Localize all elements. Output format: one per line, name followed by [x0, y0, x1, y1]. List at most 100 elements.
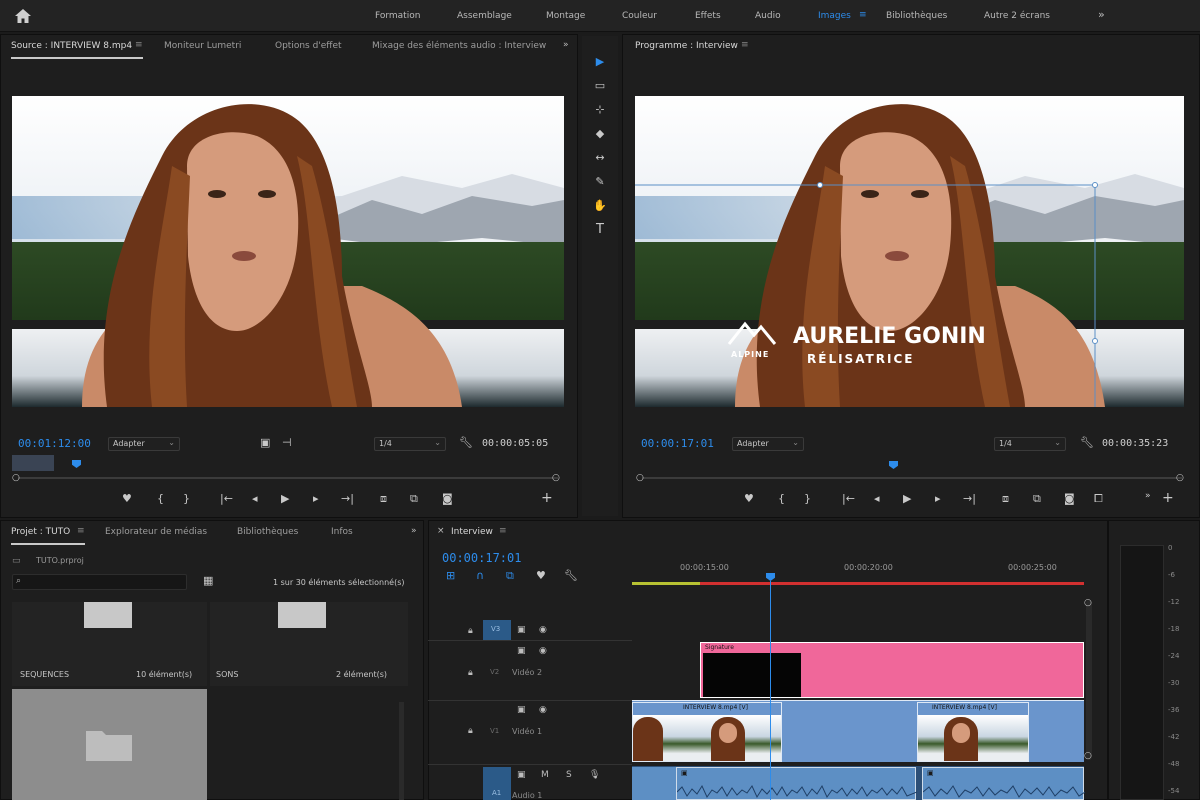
mute-icon[interactable]: M [541, 770, 549, 780]
lock-icon[interactable]: 🔒︎ [468, 626, 473, 636]
panel-menu-icon[interactable]: ≡ [77, 526, 85, 536]
go-to-in-icon[interactable]: |← [842, 493, 855, 505]
tab-effect-controls[interactable]: Options d'effet [275, 41, 342, 51]
timeline-timecode[interactable]: 00:00:17:01 [442, 551, 521, 565]
project-scrollbar[interactable] [399, 702, 404, 800]
panel-overflow-icon[interactable]: » [411, 526, 417, 536]
program-resolution-dropdown[interactable]: 1/4 ⌄ [994, 437, 1066, 451]
workspace-tab-assemblage[interactable]: Assemblage [457, 11, 512, 21]
go-to-in-icon[interactable]: |← [220, 493, 233, 505]
program-video-frame[interactable]: ALPINE AURELIE GONIN RÉLISATRICE [635, 96, 1184, 407]
add-marker-icon[interactable]: ♥ [536, 570, 546, 582]
microphone-icon[interactable]: 🎙︎ [589, 770, 600, 780]
linked-selection-icon[interactable]: ⧉ [506, 570, 514, 582]
program-timecode[interactable]: 00:00:17:01 [641, 437, 714, 450]
timeline-settings-icon[interactable]: 🔧︎ [564, 570, 578, 582]
panel-overflow-icon[interactable]: » [563, 40, 569, 50]
step-forward-icon[interactable]: ▸ [313, 493, 319, 505]
scroll-start-handle[interactable]: ○ [12, 472, 20, 484]
home-icon[interactable] [14, 8, 32, 24]
snap-icon[interactable]: ∩ [476, 570, 484, 582]
type-tool-icon[interactable]: T [592, 222, 608, 238]
workspace-tab-audio[interactable]: Audio [755, 11, 781, 21]
lock-icon[interactable]: 🔒︎ [468, 726, 473, 736]
marker-icon[interactable]: ♥ [744, 493, 754, 505]
scroll-top-handle[interactable]: ○ [1084, 597, 1092, 609]
comparison-view-icon[interactable]: ⧠ [1094, 493, 1103, 505]
workspace-overflow-icon[interactable]: » [1098, 8, 1105, 21]
workspace-tab-autre-2-ecrans[interactable]: Autre 2 écrans [984, 11, 1050, 21]
panel-menu-icon[interactable]: ≡ [499, 526, 507, 536]
video-clip-interview-b[interactable]: INTERVIEW 8.mp4 [V] [917, 702, 1029, 762]
lift-icon[interactable]: ⧈ [1002, 493, 1009, 505]
sync-lock-icon[interactable]: ▣ [517, 770, 526, 780]
step-back-icon[interactable]: ◂ [874, 493, 880, 505]
tab-info[interactable]: Infos [331, 527, 353, 537]
source-video-frame[interactable] [12, 96, 564, 407]
bin-sequences[interactable]: SEQUENCES 10 élément(s) [12, 602, 207, 686]
track-target-v3[interactable]: V3 [483, 620, 511, 640]
audio-clip-b[interactable]: ▣ [922, 767, 1085, 800]
video-clip-interview-a[interactable]: INTERVIEW 8.mp4 [V] [632, 702, 782, 762]
tab-libraries[interactable]: Bibliothèques [237, 527, 298, 537]
workspace-tab-images[interactable]: Images [818, 11, 851, 21]
solo-icon[interactable]: S [566, 770, 572, 780]
mark-out-icon[interactable]: } [804, 493, 811, 505]
panel-menu-icon[interactable]: ≡ [741, 40, 749, 50]
mark-out-icon[interactable]: } [183, 493, 190, 505]
workspace-tab-montage[interactable]: Montage [546, 11, 585, 21]
step-back-icon[interactable]: ◂ [252, 493, 258, 505]
close-icon[interactable]: × [437, 526, 445, 536]
scroll-bottom-handle[interactable]: ○ [1084, 750, 1092, 762]
sync-lock-icon[interactable]: ▣ [517, 646, 526, 656]
overwrite-icon[interactable]: ⧉ [410, 493, 418, 505]
wrench-icon[interactable]: 🔧︎ [459, 437, 473, 449]
scroll-start-handle[interactable]: ○ [636, 472, 644, 484]
sync-lock-icon[interactable]: ▣ [517, 705, 526, 715]
mark-in-icon[interactable]: { [157, 493, 164, 505]
graphic-clip-signature[interactable]: Signature [700, 642, 1084, 698]
wrench-icon[interactable]: 🔧︎ [1080, 437, 1094, 449]
sync-lock-icon[interactable]: ▣ [517, 625, 526, 635]
eye-icon[interactable]: ◉ [539, 625, 547, 635]
eye-icon[interactable]: ◉ [539, 705, 547, 715]
drag-video-icon[interactable]: ⊣ [282, 437, 292, 449]
bin-sons[interactable]: SONS 2 élément(s) [210, 602, 408, 686]
panel-menu-icon[interactable]: ≡ [135, 40, 143, 50]
settings-clip-icon[interactable]: ▣ [260, 437, 270, 449]
selection-tool-icon[interactable]: ▶ [592, 54, 608, 70]
timeline-vertical-scrollbar[interactable] [1086, 600, 1092, 760]
go-to-out-icon[interactable]: →| [341, 493, 354, 505]
tab-program[interactable]: Programme : Interview [635, 41, 738, 51]
source-scrubber[interactable] [18, 477, 558, 479]
go-to-out-icon[interactable]: →| [963, 493, 976, 505]
scroll-end-handle[interactable]: ○ [1176, 472, 1184, 484]
mark-in-icon[interactable]: { [778, 493, 785, 505]
workspace-tab-formation[interactable]: Formation [375, 11, 420, 21]
tab-source[interactable]: Source : INTERVIEW 8.mp4 [11, 41, 132, 51]
extract-icon[interactable]: ⧉ [1033, 493, 1041, 505]
slip-tool-icon[interactable]: ↔ [592, 150, 608, 166]
workspace-tab-couleur[interactable]: Couleur [622, 11, 657, 21]
workspace-tab-effets[interactable]: Effets [695, 11, 721, 21]
razor-tool-icon[interactable]: ◆ [592, 126, 608, 142]
tab-media-browser[interactable]: Explorateur de médias [105, 527, 207, 537]
source-timecode[interactable]: 00:01:12:00 [18, 437, 91, 450]
panel-overflow-icon[interactable]: » [1145, 490, 1151, 502]
project-search-input[interactable]: ⌕ [12, 574, 187, 590]
program-scrubber[interactable] [642, 477, 1182, 479]
camera-icon[interactable]: ◙ [1064, 493, 1075, 505]
tab-sequence-interview[interactable]: Interview [451, 527, 493, 537]
track-select-tool-icon[interactable]: ▭ [592, 78, 608, 94]
nest-icon[interactable]: ⊞ [446, 570, 455, 582]
marker-icon[interactable]: ♥ [122, 493, 132, 505]
audio-clip-a[interactable]: ▣ [676, 767, 917, 800]
tab-project[interactable]: Projet : TUTO [11, 527, 70, 537]
add-button-icon[interactable]: + [541, 491, 553, 505]
camera-icon[interactable]: ◙ [442, 493, 453, 505]
pen-tool-icon[interactable]: ✎ [592, 174, 608, 190]
workspace-tab-bibliotheques[interactable]: Bibliothèques [886, 11, 947, 21]
source-zoom-bar[interactable] [12, 455, 54, 471]
source-resolution-dropdown[interactable]: 1/4 ⌄ [374, 437, 446, 451]
tab-lumetri-monitor[interactable]: Moniteur Lumetri [164, 41, 241, 51]
